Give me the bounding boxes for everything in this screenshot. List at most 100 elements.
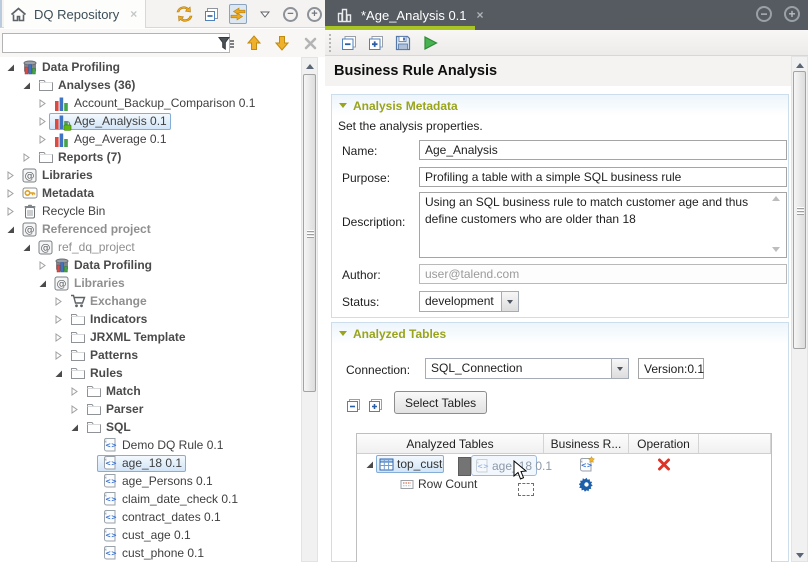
- tree-item-cust-age-0-1[interactable]: <>cust_age 0.1: [0, 526, 300, 544]
- chevron-collapsed-icon[interactable]: [36, 261, 49, 270]
- tree-item-content[interactable]: Data Profiling: [17, 59, 124, 76]
- chevron-expanded-icon[interactable]: [363, 460, 376, 469]
- tree-item-demo-dq-rule-0-1[interactable]: <>Demo DQ Rule 0.1: [0, 436, 300, 454]
- view-menu-icon[interactable]: [256, 4, 274, 24]
- rule-add-icon[interactable]: <>: [579, 456, 595, 473]
- table-cell[interactable]: Row Count: [400, 477, 477, 491]
- tab-dq-repository[interactable]: DQ Repository ×: [4, 0, 146, 28]
- name-field[interactable]: [419, 140, 787, 160]
- tree-item-cust-phone-0-1[interactable]: <>cust_phone 0.1: [0, 544, 300, 562]
- tree-item-content[interactable]: @ref_dq_project: [33, 239, 139, 256]
- tree-item-rules[interactable]: Rules: [0, 364, 300, 382]
- chevron-expanded-icon[interactable]: [52, 369, 65, 378]
- analysis-metadata-header[interactable]: Analysis Metadata: [332, 95, 788, 116]
- table-row[interactable]: Row Count: [357, 474, 771, 494]
- refresh-button[interactable]: [175, 4, 193, 24]
- tree-item-libraries[interactable]: @Libraries: [0, 274, 300, 292]
- collapse-all-button[interactable]: [202, 4, 220, 24]
- chevron-collapsed-icon[interactable]: [4, 189, 17, 198]
- close-editor-tab-icon[interactable]: ×: [477, 8, 484, 22]
- tree-item-content[interactable]: @Libraries: [17, 167, 97, 184]
- chevron-collapsed-icon[interactable]: [4, 207, 17, 216]
- chevron-collapsed-icon[interactable]: [52, 333, 65, 342]
- tree-item-content[interactable]: Rules: [65, 365, 127, 382]
- chevron-expanded-icon[interactable]: [4, 225, 17, 234]
- chevron-expanded-icon[interactable]: [20, 81, 33, 90]
- tree-item-content[interactable]: Exchange: [65, 293, 151, 310]
- chevron-collapsed-icon[interactable]: [20, 153, 33, 162]
- tree-item-content[interactable]: SQL: [81, 419, 135, 436]
- tree-item-content[interactable]: Data Profiling: [49, 257, 156, 274]
- chevron-expanded-icon[interactable]: [68, 423, 81, 432]
- chevron-collapsed-icon[interactable]: [36, 135, 49, 144]
- link-with-editor-button[interactable]: [229, 4, 247, 24]
- tree-item-content[interactable]: <>Demo DQ Rule 0.1: [97, 437, 227, 454]
- chevron-collapsed-icon[interactable]: [36, 117, 49, 126]
- tree-item-content[interactable]: Patterns: [65, 347, 142, 364]
- chevron-collapsed-icon[interactable]: [52, 351, 65, 360]
- chevron-expanded-icon[interactable]: [4, 63, 17, 72]
- connection-dropdown[interactable]: SQL_Connection: [425, 358, 629, 379]
- tree-item-match[interactable]: Match: [0, 382, 300, 400]
- minimize-view-button[interactable]: −: [283, 7, 298, 22]
- save-button[interactable]: [394, 33, 412, 53]
- tree-item-content[interactable]: <>contract_dates 0.1: [97, 509, 225, 526]
- tree-scrollbar[interactable]: [301, 57, 318, 562]
- tree-item-parser[interactable]: Parser: [0, 400, 300, 418]
- chevron-expanded-icon[interactable]: [36, 279, 49, 288]
- chevron-expanded-icon[interactable]: [20, 243, 33, 252]
- status-dropdown[interactable]: development: [419, 291, 519, 312]
- clear-filter-icon[interactable]: [301, 33, 319, 53]
- scroll-up-icon[interactable]: [792, 58, 807, 72]
- toolbar-drag-handle[interactable]: [329, 34, 332, 52]
- textarea-scroll-up-icon[interactable]: [772, 196, 780, 201]
- tree-item-content[interactable]: Match: [81, 383, 145, 400]
- maximize-editor-button[interactable]: +: [784, 6, 800, 22]
- select-tables-button[interactable]: Select Tables: [394, 391, 487, 414]
- tree-item-content[interactable]: @Libraries: [49, 275, 129, 292]
- tree-item-sql[interactable]: SQL: [0, 418, 300, 436]
- column-header-empty[interactable]: [699, 434, 771, 453]
- tree-item-content[interactable]: <>age_Persons 0.1: [97, 473, 217, 490]
- chevron-collapsed-icon[interactable]: [36, 99, 49, 108]
- tree-item-age-persons-0-1[interactable]: <>age_Persons 0.1: [0, 472, 300, 490]
- expand-sections-button[interactable]: [367, 33, 385, 53]
- dropdown-arrow-icon[interactable]: [611, 359, 628, 378]
- table-row[interactable]: top_custom<>: [357, 454, 771, 474]
- description-field[interactable]: [419, 192, 787, 258]
- tree-scrollbar-thumb[interactable]: [303, 74, 316, 392]
- tree-item-recycle-bin[interactable]: Recycle Bin: [0, 202, 300, 220]
- analyzed-tables-header[interactable]: Analyzed Tables: [332, 323, 788, 344]
- tree-item-age-analysis-0-1[interactable]: Age_Analysis 0.1: [0, 112, 300, 130]
- editor-scrollbar-thumb[interactable]: [793, 71, 806, 349]
- column-header-operation[interactable]: Operation: [629, 434, 699, 453]
- tree-item-content[interactable]: Metadata: [17, 185, 98, 202]
- chevron-collapsed-icon[interactable]: [4, 171, 17, 180]
- tree-item-content[interactable]: Recycle Bin: [17, 203, 109, 220]
- tree-item-content[interactable]: Reports (7): [33, 149, 125, 166]
- column-header-business-r-[interactable]: Business R...: [544, 434, 629, 453]
- maximize-view-button[interactable]: +: [307, 7, 322, 22]
- tree-item-claim-date-check-0-1[interactable]: <>claim_date_check 0.1: [0, 490, 300, 508]
- tree-selection[interactable]: <>age_18 0.1: [97, 455, 186, 472]
- tree-item-reports-7-[interactable]: Reports (7): [0, 148, 300, 166]
- tree-item-data-profiling[interactable]: Data Profiling: [0, 58, 300, 76]
- run-analysis-button[interactable]: [421, 33, 439, 53]
- tree-item-content[interactable]: <>cust_age 0.1: [97, 527, 195, 544]
- move-down-icon[interactable]: [273, 33, 291, 53]
- tree-selection[interactable]: Age_Analysis 0.1: [49, 113, 171, 130]
- tree-item-exchange[interactable]: Exchange: [0, 292, 300, 310]
- tree-item-analyses-36-[interactable]: Analyses (36): [0, 76, 300, 94]
- chevron-collapsed-icon[interactable]: [68, 405, 81, 414]
- close-tab-icon[interactable]: ×: [130, 7, 137, 21]
- column-header-analyzed-tables[interactable]: Analyzed Tables: [357, 434, 544, 453]
- tree-item-ref-dq-project[interactable]: @ref_dq_project: [0, 238, 300, 256]
- tree-item-content[interactable]: Account_Backup_Comparison 0.1: [49, 95, 259, 112]
- tree-item-age-18-0-1[interactable]: <>age_18 0.1: [0, 454, 300, 472]
- move-up-icon[interactable]: [245, 33, 263, 53]
- tree-item-indicators[interactable]: Indicators: [0, 310, 300, 328]
- chevron-collapsed-icon[interactable]: [68, 387, 81, 396]
- tree-item-referenced-project[interactable]: @Referenced project: [0, 220, 300, 238]
- tree-item-libraries[interactable]: @Libraries: [0, 166, 300, 184]
- dropdown-arrow-icon[interactable]: [501, 292, 518, 311]
